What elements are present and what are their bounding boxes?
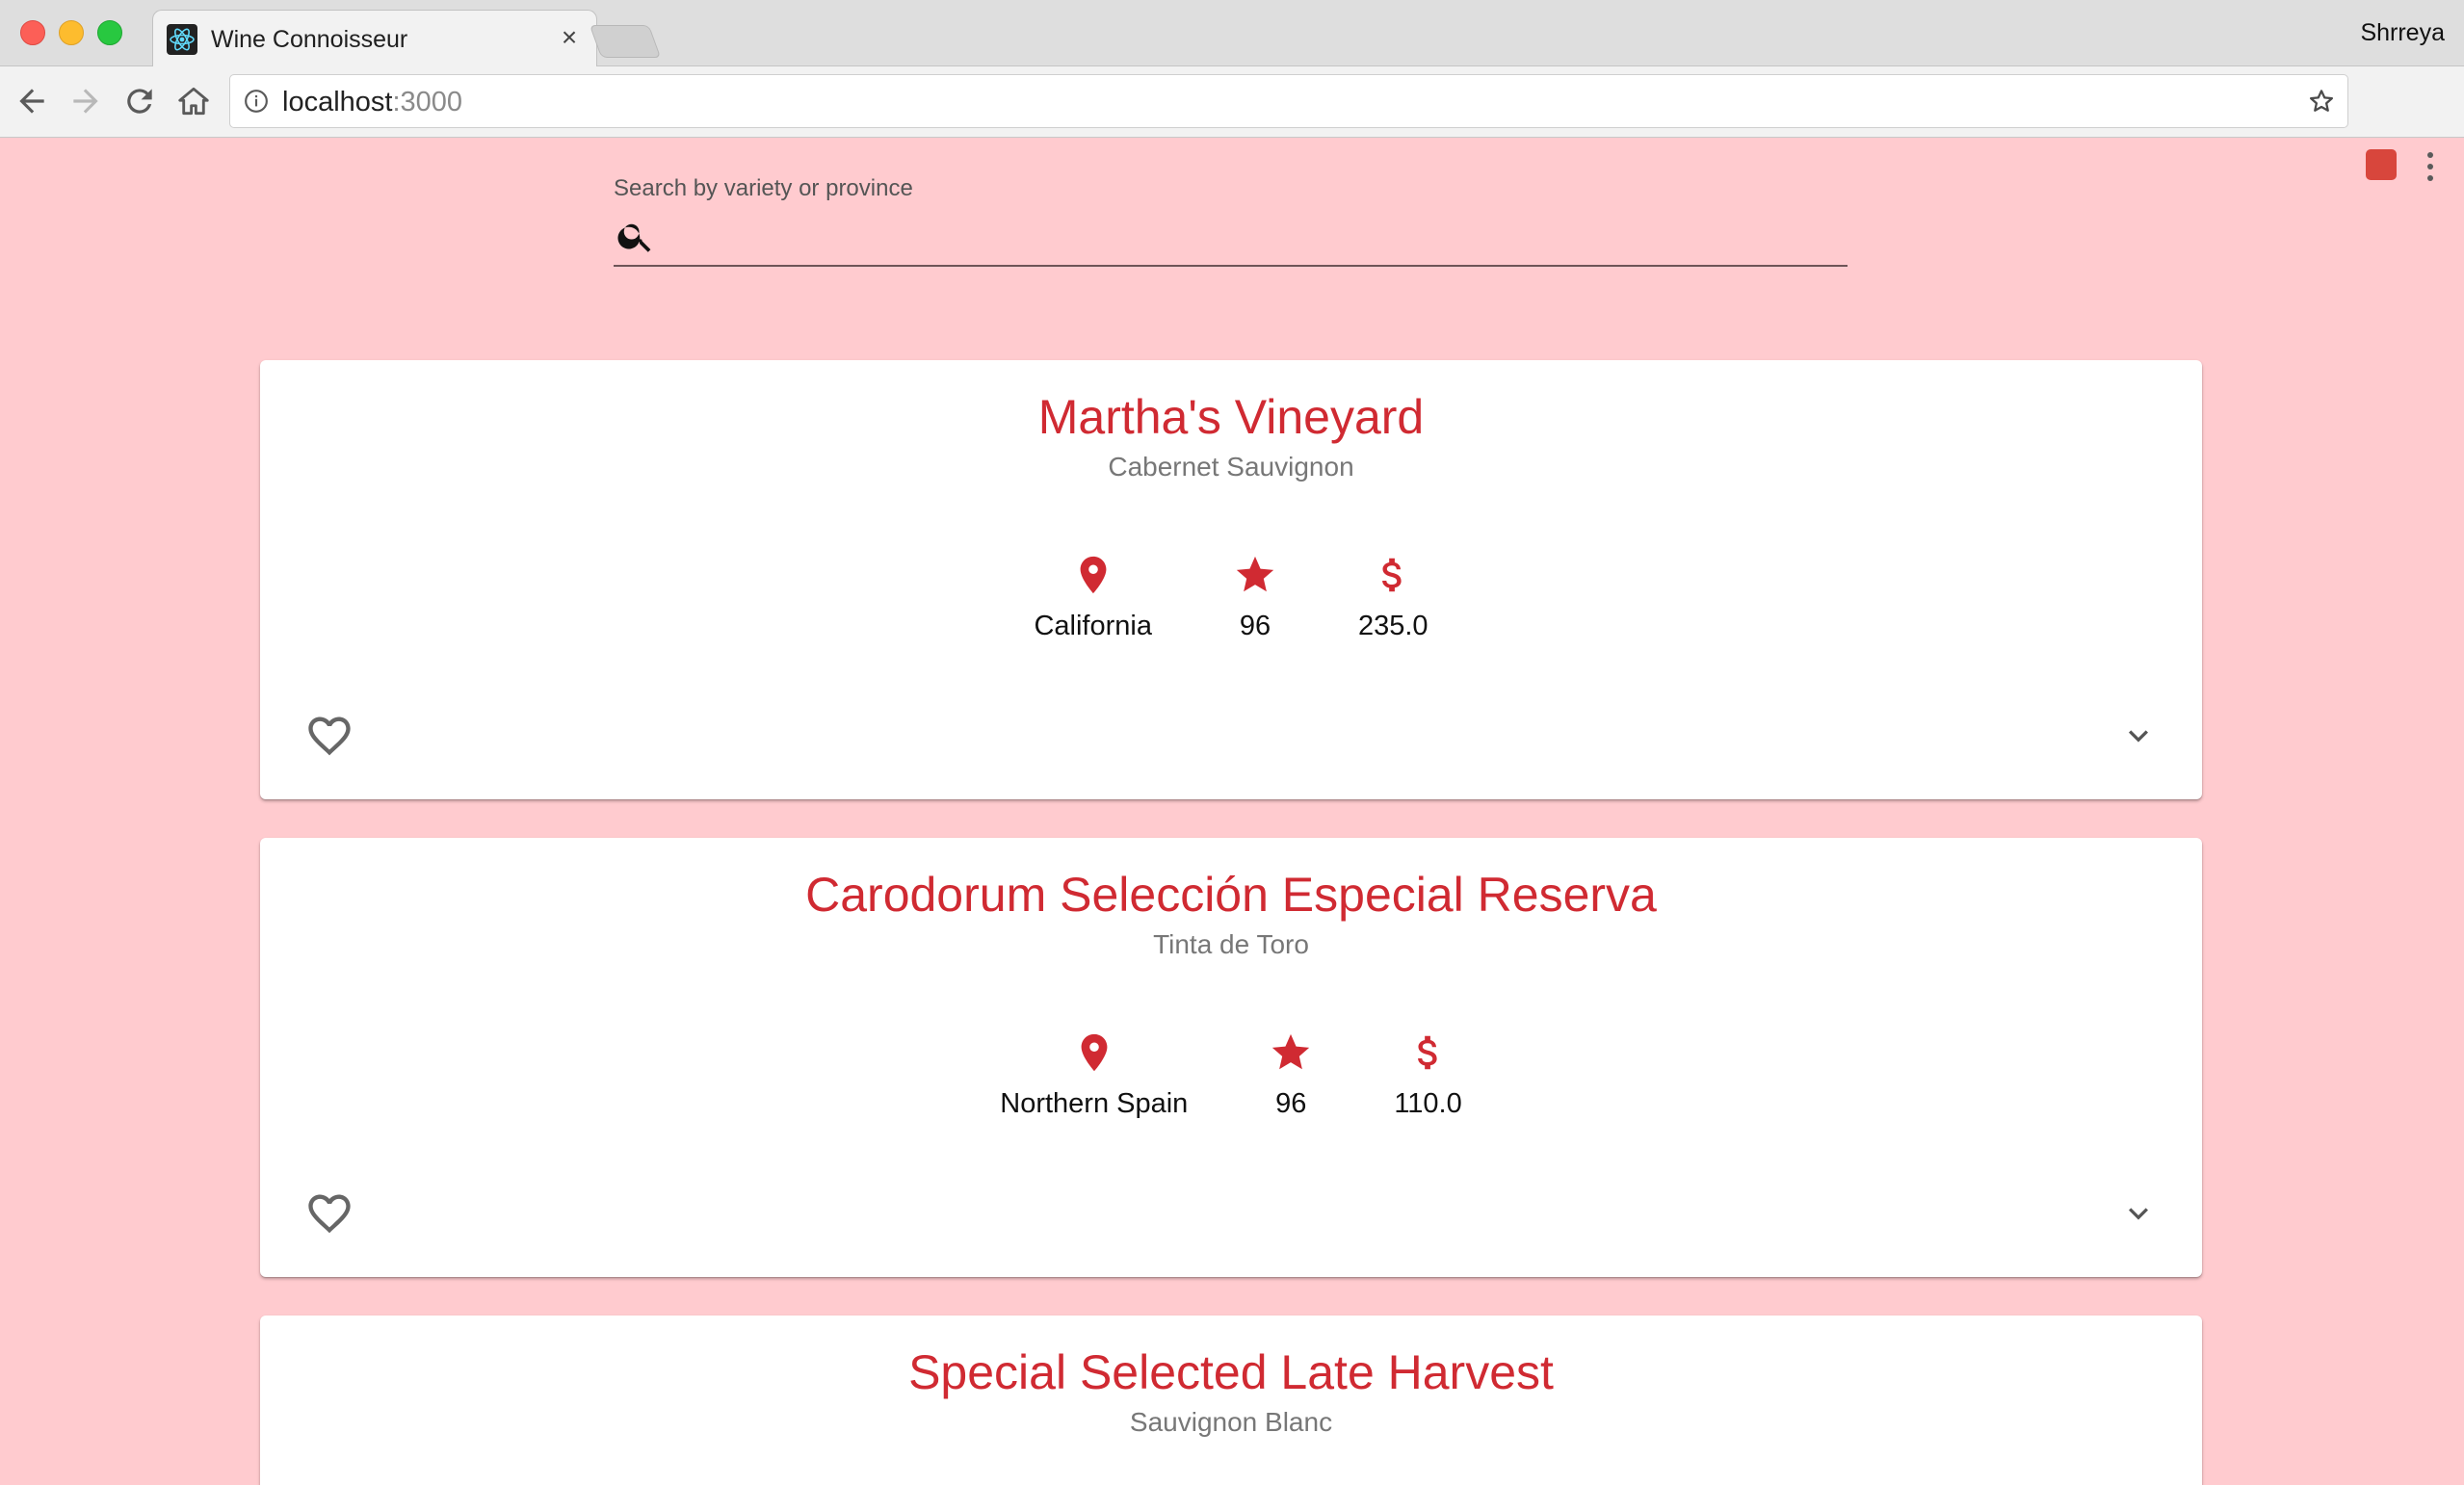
url-text: localhost:3000 <box>282 87 462 118</box>
tab-title: Wine Connoisseur <box>211 26 408 53</box>
search-label: Search by variety or province <box>614 175 913 201</box>
heart-icon[interactable] <box>304 1188 354 1238</box>
points-value: 96 <box>1275 1088 1307 1119</box>
profile-name[interactable]: Shrreya <box>2360 19 2445 47</box>
location-pin-icon <box>1080 556 1107 594</box>
star-icon <box>1236 556 1274 592</box>
back-icon[interactable] <box>13 83 50 119</box>
province-stat: Northern Spain <box>1000 1030 1188 1120</box>
price-value: 235.0 <box>1357 611 1429 641</box>
reload-icon[interactable] <box>121 83 158 119</box>
wine-stats: California 96 235.0 <box>260 553 2202 642</box>
new-tab-button[interactable] <box>589 25 662 58</box>
search-input[interactable] <box>666 214 1845 258</box>
province-stat: California <box>1034 553 1152 642</box>
window-close-button[interactable] <box>20 20 45 45</box>
price-value: 110.0 <box>1394 1088 1462 1119</box>
window-minimize-button[interactable] <box>59 20 84 45</box>
province-value: Northern Spain <box>1000 1088 1189 1119</box>
price-stat: 110.0 <box>1394 1030 1462 1120</box>
bookmark-star-icon[interactable] <box>2307 87 2336 116</box>
window-maximize-button[interactable] <box>97 20 122 45</box>
address-bar[interactable]: localhost:3000 <box>229 74 2348 128</box>
home-icon[interactable] <box>175 83 212 119</box>
wine-variety: Sauvignon Blanc <box>1129 1407 1333 1437</box>
dollar-icon <box>1417 1035 1437 1070</box>
url-host: localhost <box>282 87 393 117</box>
wine-variety: Cabernet Sauvignon <box>1108 452 1354 482</box>
forward-icon[interactable] <box>67 83 104 119</box>
wine-title: Martha's Vineyard <box>1037 390 1425 444</box>
wine-card: Carodorum Selección Especial Reserva Tin… <box>260 838 2202 1277</box>
extension-icon[interactable] <box>2366 149 2397 180</box>
province-value: California <box>1034 611 1152 641</box>
wine-stats: Northern Spain 96 110.0 <box>260 1030 2202 1120</box>
react-logo-icon <box>167 24 197 55</box>
url-port: :3000 <box>392 87 463 117</box>
points-stat: 96 <box>1233 553 1277 642</box>
star-icon <box>1272 1033 1310 1070</box>
location-pin-icon <box>1081 1033 1108 1072</box>
points-stat: 96 <box>1269 1030 1313 1120</box>
browser-toolbar: localhost:3000 <box>0 66 2464 181</box>
points-value: 96 <box>1239 611 1271 641</box>
wine-title: Special Selected Late Harvest <box>908 1345 1554 1399</box>
info-icon[interactable] <box>244 89 269 114</box>
heart-icon[interactable] <box>304 711 354 761</box>
tab-close-icon[interactable]: × <box>554 22 585 53</box>
search-field: Search by variety or province <box>614 171 1848 268</box>
search-icon <box>617 223 651 252</box>
browser-titlebar: Wine Connoisseur × Shrreya <box>0 0 2464 66</box>
dollar-icon <box>1382 558 1402 592</box>
wine-card: Special Selected Late Harvest Sauvignon … <box>260 1316 2202 1485</box>
wine-card: Martha's Vineyard Cabernet Sauvignon Cal… <box>260 360 2202 799</box>
expand-chevron-icon[interactable] <box>2119 1194 2158 1233</box>
browser-menu-icon[interactable] <box>2418 147 2443 186</box>
expand-chevron-icon[interactable] <box>2119 716 2158 755</box>
price-stat: 235.0 <box>1358 553 1429 642</box>
search-underline <box>614 265 1848 267</box>
wine-variety: Tinta de Toro <box>1153 929 1309 959</box>
browser-tab[interactable]: Wine Connoisseur × <box>152 10 597 66</box>
wine-title: Carodorum Selección Especial Reserva <box>805 868 1657 922</box>
